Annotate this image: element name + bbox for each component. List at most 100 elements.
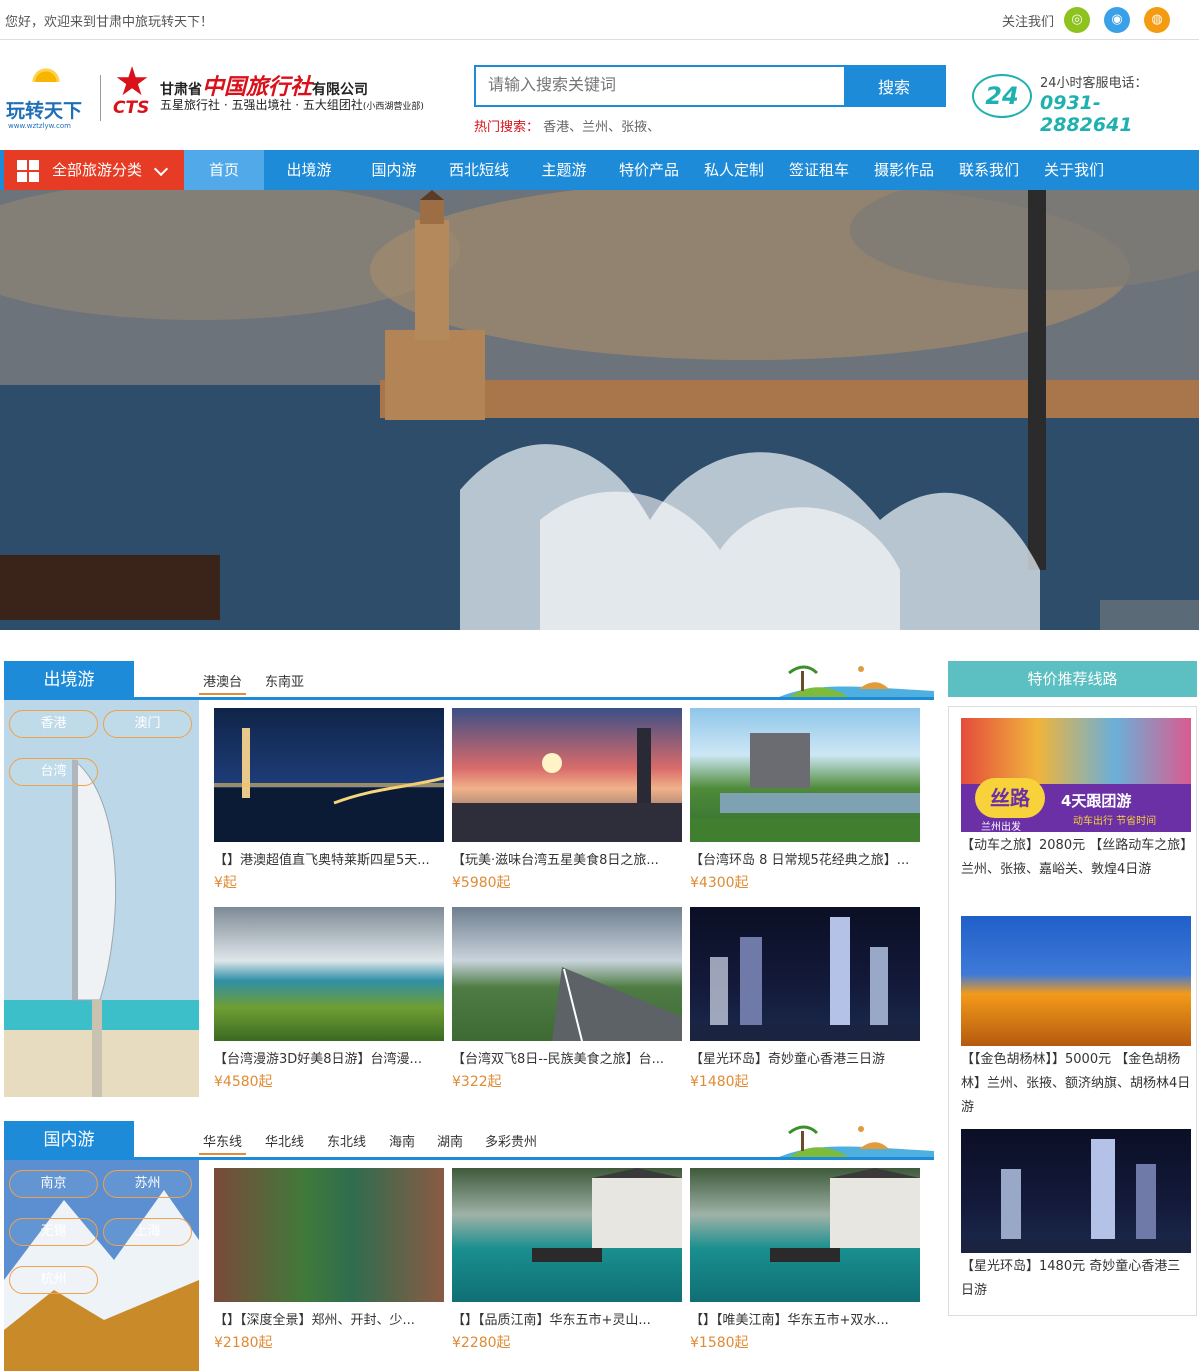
tour-title[interactable]: 【台湾环岛 8 日常规5花经典之旅】...: [690, 850, 920, 872]
welcome-text: 您好，欢迎来到甘肃中旅玩转天下！: [5, 15, 214, 30]
poplar-forest-image: [961, 916, 1191, 1046]
hero-banner[interactable]: [0, 190, 1199, 630]
all-categories-button[interactable]: 全部旅游分类: [4, 150, 184, 190]
nav-visa[interactable]: 签证租车: [779, 150, 859, 190]
pill-suzhou[interactable]: 苏州: [103, 1170, 192, 1198]
tour-title[interactable]: 【台湾漫游3D好美8日游】台湾漫...: [214, 1049, 444, 1071]
pill-macau[interactable]: 澳门: [103, 710, 192, 738]
tour-card[interactable]: 【】【唯美江南】华东五市+双水... ¥1580起: [690, 1168, 920, 1354]
search-input[interactable]: [476, 67, 846, 105]
special-route-item[interactable]: 【【金色胡杨林】】5000元 【金色胡杨林】兰州、张掖、额济纳旗、胡杨林4日游: [961, 916, 1191, 1120]
tab-hainan[interactable]: 海南: [385, 1131, 419, 1155]
tour-price: ¥2180起: [214, 1335, 273, 1351]
search-button[interactable]: 搜索: [844, 67, 944, 105]
tour-title[interactable]: 【】【品质江南】华东五市+灵山...: [452, 1310, 682, 1332]
tour-image-water-town: [690, 1168, 920, 1302]
domestic-title[interactable]: 国内游: [4, 1121, 134, 1159]
nav-outbound[interactable]: 出境游: [269, 150, 349, 190]
follow-us-label: 关注我们: [1001, 15, 1054, 30]
tour-price: ¥起: [214, 875, 237, 891]
beach-decoration-icon: [779, 1125, 934, 1157]
logo-divider: [100, 75, 101, 121]
domestic-side-panel: 南京 苏州 无锡 上海 杭州: [4, 1160, 199, 1371]
promo-tag: 4天跟团游: [1061, 792, 1132, 810]
outbound-section: 出境游 港澳台 东南亚 香港 澳门 台湾 【】港澳超值直飞奥特莱斯四星5天...…: [4, 661, 934, 1101]
tour-card[interactable]: 【】【深度全景】郑州、开封、少... ¥2180起: [214, 1168, 444, 1354]
tour-title[interactable]: 【星光环岛】奇妙童心香港三日游: [690, 1049, 920, 1071]
site-logo-name: 玩转天下: [6, 100, 83, 122]
site-logo-url: www.wztzlyw.com: [8, 122, 71, 130]
site-logo[interactable]: 玩转天下 www.wztzlyw.com: [6, 58, 86, 132]
nav-custom[interactable]: 私人定制: [694, 150, 774, 190]
tour-card[interactable]: 【台湾环岛 8 日常规5花经典之旅】... ¥4300起: [690, 708, 920, 894]
wechat-icon[interactable]: ◍: [1144, 7, 1170, 33]
nav-domestic[interactable]: 国内游: [354, 150, 434, 190]
pill-wuxi[interactable]: 无锡: [9, 1218, 98, 1246]
tab-southeast-asia[interactable]: 东南亚: [261, 671, 308, 695]
nav-theme[interactable]: 主题游: [524, 150, 604, 190]
tour-image-water-town: [452, 1168, 682, 1302]
chevron-down-icon: [153, 161, 169, 177]
pill-taiwan[interactable]: 台湾: [9, 758, 98, 786]
pill-nanjing[interactable]: 南京: [9, 1170, 98, 1198]
special-routes-title[interactable]: 特价推荐线路: [948, 661, 1197, 697]
tour-image-taipei-sunset: [452, 708, 682, 842]
hotline-number: 0931-2882641: [1040, 92, 1133, 136]
tour-card[interactable]: 【台湾双飞8日--民族美食之旅】台... ¥322起: [452, 907, 682, 1093]
beach-decoration-icon: [779, 665, 934, 697]
special-routes-panel: 丝路 兰州出发 4天跟团游 动车出行 节省时间 【动车之旅】2080元 【丝路动…: [948, 706, 1197, 1316]
main-nav: 全部旅游分类 首页 出境游 国内游 西北短线 主题游 特价产品 私人定制 签证租…: [0, 150, 1199, 190]
sun-icon: [26, 60, 66, 82]
tab-northeast[interactable]: 东北线: [323, 1131, 370, 1155]
special-route-caption[interactable]: 【星光环岛】1480元 奇妙童心香港三日游: [961, 1255, 1191, 1303]
tour-image-hongkong-skyline: [690, 907, 920, 1041]
tour-image-taiwan-garden: [690, 708, 920, 842]
tab-guizhou[interactable]: 多彩贵州: [481, 1131, 541, 1155]
tab-north-china[interactable]: 华北线: [261, 1131, 308, 1155]
tab-hunan[interactable]: 湖南: [433, 1131, 467, 1155]
cts-star-icon: ★: [114, 59, 150, 105]
tour-price: ¥4580起: [214, 1074, 273, 1090]
outbound-title[interactable]: 出境游: [4, 661, 134, 699]
top-bar: 您好，欢迎来到甘肃中旅玩转天下！ 关注我们 ◎ ◉ ◍: [0, 0, 1199, 40]
nav-about[interactable]: 关于我们: [1034, 150, 1114, 190]
tab-hk-macau-taiwan[interactable]: 港澳台: [199, 671, 247, 695]
tour-card[interactable]: 【星光环岛】奇妙童心香港三日游 ¥1480起: [690, 907, 920, 1093]
tour-image-coastline: [214, 907, 444, 1041]
special-route-item[interactable]: 丝路 兰州出发 4天跟团游 动车出行 节省时间 【动车之旅】2080元 【丝路动…: [961, 718, 1191, 882]
tour-card[interactable]: 【玩美·滋味台湾五星美食8日之旅... ¥5980起: [452, 708, 682, 894]
tour-title[interactable]: 【】【唯美江南】华东五市+双水...: [690, 1310, 920, 1332]
nav-contact[interactable]: 联系我们: [949, 150, 1029, 190]
tab-east-china[interactable]: 华东线: [199, 1131, 247, 1155]
tencent-weibo-icon[interactable]: ◉: [1104, 7, 1130, 33]
tour-price: ¥322起: [452, 1074, 502, 1090]
tour-card[interactable]: 【】港澳超值直飞奥特莱斯四星5天... ¥起: [214, 708, 444, 894]
silk-road-promo-image: 丝路 兰州出发 4天跟团游 动车出行 节省时间: [961, 718, 1191, 832]
nav-specials[interactable]: 特价产品: [609, 150, 689, 190]
pill-hongkong[interactable]: 香港: [9, 710, 98, 738]
nav-northwest[interactable]: 西北短线: [439, 150, 519, 190]
tour-image-coastal-road: [452, 907, 682, 1041]
tour-card[interactable]: 【】【品质江南】华东五市+灵山... ¥2280起: [452, 1168, 682, 1354]
tour-image-canyon: [214, 1168, 444, 1302]
tour-title[interactable]: 【玩美·滋味台湾五星美食8日之旅...: [452, 850, 682, 872]
pill-shanghai[interactable]: 上海: [103, 1218, 192, 1246]
tour-card[interactable]: 【台湾漫游3D好美8日游】台湾漫... ¥4580起: [214, 907, 444, 1093]
weibo-icon[interactable]: ◎: [1064, 7, 1090, 33]
tour-title[interactable]: 【台湾双飞8日--民族美食之旅】台...: [452, 1049, 682, 1071]
promo-sub: 兰州出发: [981, 822, 1021, 832]
tour-title[interactable]: 【】【深度全景】郑州、开封、少...: [214, 1310, 444, 1332]
all-categories-label: 全部旅游分类: [52, 161, 143, 179]
cts-subtitle: 五星旅行社 · 五强出境社 · 五大组团社(小西湖营业部): [160, 96, 424, 113]
tour-image-macau-night: [214, 708, 444, 842]
special-route-caption[interactable]: 【动车之旅】2080元 【丝路动车之旅】兰州、张掖、嘉峪关、敦煌4日游: [961, 834, 1191, 882]
special-route-item[interactable]: 【星光环岛】1480元 奇妙童心香港三日游: [961, 1129, 1191, 1303]
nav-photos[interactable]: 摄影作品: [864, 150, 944, 190]
pill-hangzhou[interactable]: 杭州: [9, 1266, 98, 1294]
hot-search-terms[interactable]: 香港、兰州、张掖、: [543, 120, 660, 135]
tour-price: ¥5980起: [452, 875, 511, 891]
special-route-caption[interactable]: 【【金色胡杨林】】5000元 【金色胡杨林】兰州、张掖、额济纳旗、胡杨林4日游: [961, 1048, 1191, 1120]
cts-branch: (小西湖营业部): [362, 102, 424, 112]
nav-home[interactable]: 首页: [184, 150, 264, 190]
tour-title[interactable]: 【】港澳超值直飞奥特莱斯四星5天...: [214, 850, 444, 872]
